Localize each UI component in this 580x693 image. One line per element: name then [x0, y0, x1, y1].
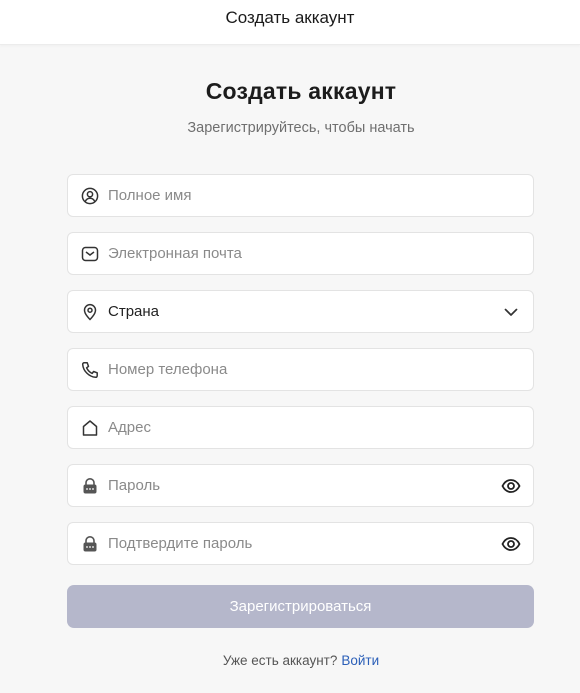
lock-icon: [80, 534, 100, 554]
address-field[interactable]: [67, 406, 534, 449]
login-prompt: Уже есть аккаунт? Войти: [0, 653, 580, 668]
eye-icon[interactable]: [500, 533, 522, 555]
register-button[interactable]: Зарегистрироваться: [67, 585, 534, 628]
mail-icon: [80, 244, 100, 264]
page-title: Создать аккаунт: [205, 78, 397, 104]
password-input[interactable]: [108, 465, 500, 506]
phone-input[interactable]: [108, 349, 533, 390]
country-select-value: Страна: [108, 303, 160, 320]
full-name-input[interactable]: [108, 175, 533, 216]
country-select[interactable]: Страна: [67, 290, 534, 333]
password-field[interactable]: [67, 464, 534, 507]
phone-field[interactable]: [67, 348, 534, 391]
user-circle-icon: [80, 186, 100, 206]
email-field[interactable]: [67, 232, 534, 275]
chevron-down-icon[interactable]: [500, 301, 522, 323]
full-name-field[interactable]: [67, 174, 534, 217]
login-prompt-text: Уже есть аккаунт?: [222, 653, 338, 668]
page-subtitle: Зарегистрируйтесь, чтобы начать: [187, 120, 415, 136]
top-bar: Создать аккаунт: [0, 0, 580, 45]
top-bar-title: Создать аккаунт: [225, 8, 355, 27]
phone-icon: [80, 360, 100, 380]
home-icon: [80, 418, 100, 438]
login-link[interactable]: Войти: [341, 653, 379, 668]
location-pin-icon: [80, 302, 100, 322]
confirm-password-input[interactable]: [108, 523, 500, 564]
lock-icon: [80, 476, 100, 496]
confirm-password-field[interactable]: [67, 522, 534, 565]
eye-icon[interactable]: [500, 475, 522, 497]
address-input[interactable]: [108, 407, 533, 448]
email-input[interactable]: [108, 233, 533, 274]
